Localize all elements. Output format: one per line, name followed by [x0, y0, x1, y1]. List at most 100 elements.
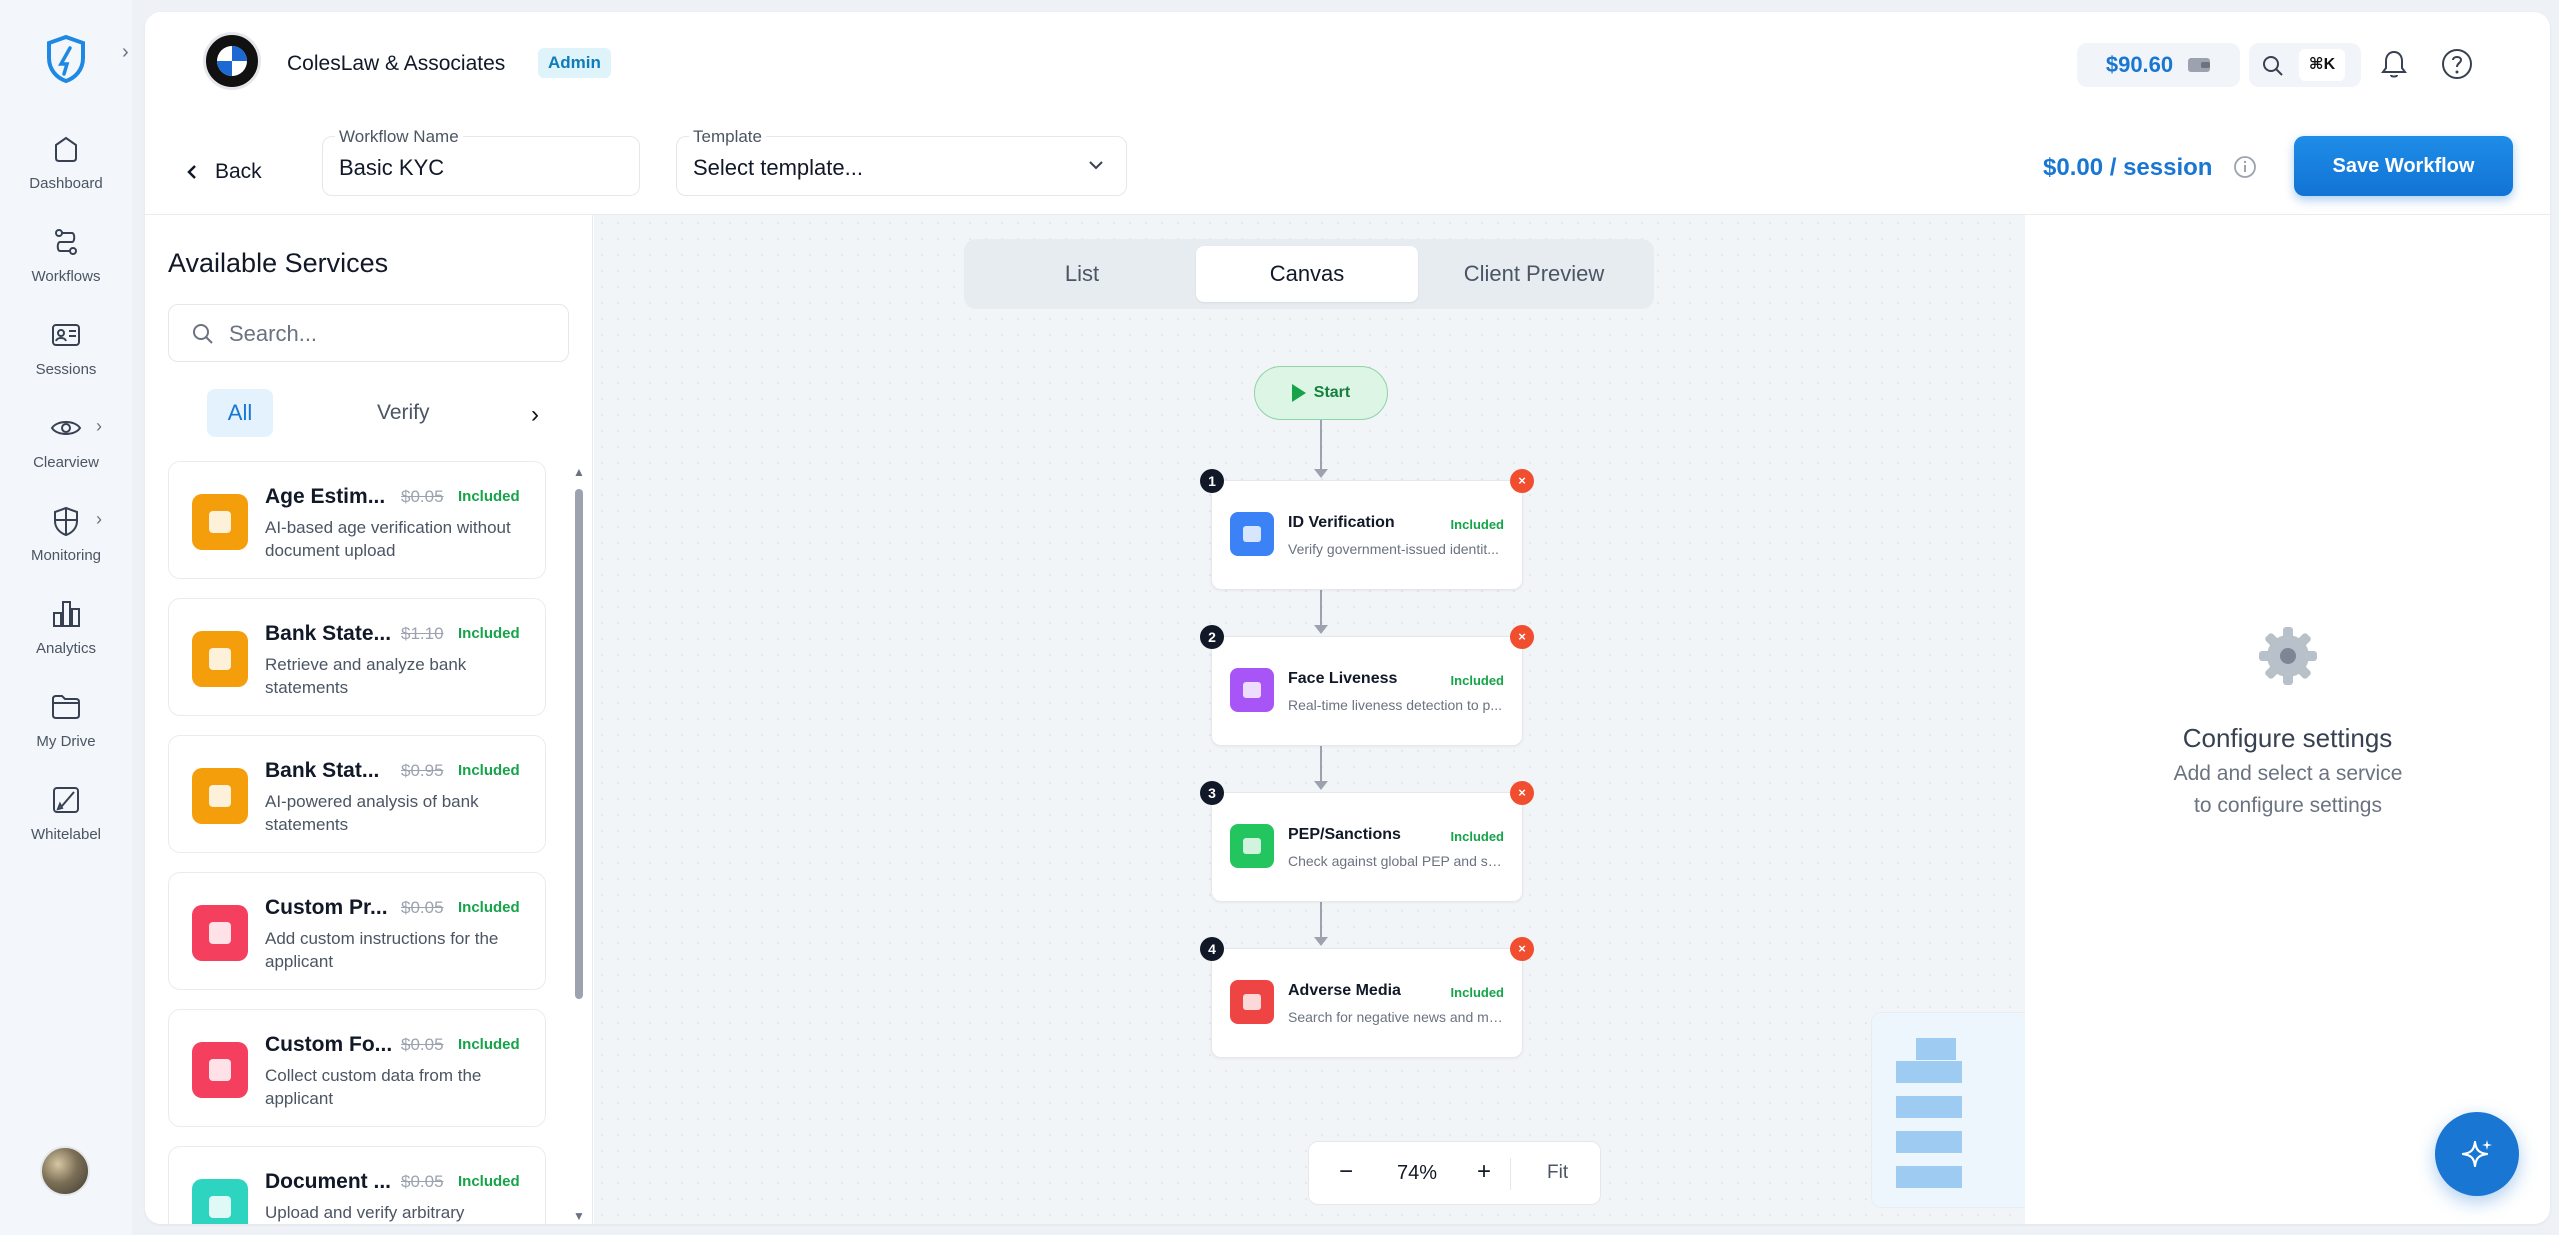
nav-label: Whitelabel [30, 826, 102, 843]
service-card[interactable]: Custom Fo... $0.05 Included Collect cust… [168, 1009, 546, 1127]
step-number: 4 [1200, 937, 1224, 961]
newspaper-icon [1230, 980, 1274, 1024]
shield-icon [54, 506, 78, 537]
flow-node[interactable]: 3 × PEP/Sanctions Included Check against… [1200, 781, 1534, 902]
nav-label: Sessions [35, 361, 97, 378]
ai-assistant-button[interactable] [2435, 1112, 2519, 1196]
template-select[interactable]: Template Select template... [676, 127, 1127, 196]
notifications-bell-icon[interactable] [2379, 48, 2409, 80]
home-icon [55, 136, 77, 162]
tab-client-preview[interactable]: Client Preview [1423, 246, 1645, 302]
nav-label: Analytics [35, 640, 97, 657]
text-icon [192, 905, 248, 961]
nav-item-clearview[interactable]: Clearview › [0, 410, 132, 490]
connector-line [1320, 420, 1322, 472]
chevron-right-icon[interactable]: › [96, 509, 102, 530]
user-avatar[interactable] [40, 1146, 90, 1196]
services-search[interactable] [168, 304, 569, 362]
sidebar-expand-icon[interactable]: › [122, 40, 142, 64]
save-workflow-button[interactable]: Save Workflow [2294, 136, 2513, 196]
start-node[interactable]: Start [1254, 366, 1388, 420]
nav-item-workflows[interactable]: Workflows [0, 224, 132, 304]
remove-node-icon[interactable]: × [1510, 625, 1534, 649]
person-icon [192, 494, 248, 550]
help-icon[interactable] [2440, 47, 2474, 81]
nav-label: My Drive [36, 733, 96, 750]
search-icon [2263, 56, 2283, 76]
remove-node-icon[interactable]: × [1510, 937, 1534, 961]
zoom-divider [1510, 1158, 1511, 1190]
nav-item-analytics[interactable]: Analytics [0, 596, 132, 676]
zoom-in-button[interactable]: + [1477, 1158, 1491, 1186]
wallet-icon [2188, 58, 2211, 72]
chevron-down-icon [1089, 161, 1103, 170]
filter-tab-verify[interactable]: Verify [377, 389, 430, 437]
company-logo [203, 32, 261, 90]
minimap-node [1896, 1061, 1962, 1083]
main-panel: ColesLaw & Associates Admin $90.60 ⌘K Ba… [145, 12, 2550, 1224]
services-scrollbar[interactable]: ▲ ▼ [573, 465, 585, 1224]
node-desc: Search for negative news and me... [1288, 1009, 1504, 1025]
remove-node-icon[interactable]: × [1510, 781, 1534, 805]
chevron-right-icon[interactable]: › [531, 401, 539, 429]
scrollbar-thumb[interactable] [575, 489, 583, 999]
connector-line [1320, 745, 1322, 784]
global-search-button[interactable]: ⌘K [2249, 43, 2361, 87]
nav-label: Workflows [31, 268, 101, 285]
node-title: Face Liveness [1288, 670, 1398, 687]
service-card[interactable]: Bank Stat... $0.95 Included AI-powered a… [168, 735, 546, 853]
zoom-controls: − 74% + Fit [1308, 1141, 1601, 1205]
tab-canvas[interactable]: Canvas [1196, 246, 1418, 302]
workflow-canvas[interactable]: List Canvas Client Preview Start 1 × ID … [594, 215, 2140, 1224]
settings-panel: Configure settings Add and select a serv… [2025, 215, 2550, 1224]
service-status: Included [458, 488, 520, 505]
node-status: Included [1450, 985, 1504, 1000]
info-icon[interactable] [2233, 155, 2257, 179]
file-icon [192, 1179, 248, 1224]
connector-line [1320, 589, 1322, 628]
nav-label: Clearview [33, 454, 99, 471]
arrow-down-icon [1314, 937, 1328, 946]
services-search-input[interactable] [229, 317, 549, 351]
balance-pill[interactable]: $90.60 [2077, 43, 2240, 87]
app-logo-icon[interactable] [44, 34, 88, 84]
fit-button[interactable]: Fit [1547, 1162, 1568, 1184]
service-desc: Upload and verify arbitrary documents [265, 1203, 465, 1222]
service-card[interactable]: Age Estim... $0.05 Included AI-based age… [168, 461, 546, 579]
session-price: $0.00 / session [2043, 154, 2212, 182]
scroll-down-icon[interactable]: ▼ [573, 1209, 585, 1223]
shield-check-icon [1230, 824, 1274, 868]
nav-item-whitelabel[interactable]: Whitelabel [0, 782, 132, 862]
zoom-level: 74% [1397, 1162, 1438, 1184]
service-card[interactable]: Custom Pr... $0.05 Included Add custom i… [168, 872, 546, 990]
remove-node-icon[interactable]: × [1510, 469, 1534, 493]
nav-item-sessions[interactable]: Sessions [0, 317, 132, 397]
node-title: PEP/Sanctions [1288, 826, 1401, 843]
service-name: Bank Stat... [265, 759, 380, 782]
workflow-name-value[interactable]: Basic KYC [339, 155, 444, 181]
scroll-up-icon[interactable]: ▲ [573, 465, 585, 479]
tab-list[interactable]: List [971, 246, 1193, 302]
nav-item-dashboard[interactable]: Dashboard [0, 131, 132, 211]
id-card-icon [52, 324, 80, 346]
zoom-out-button[interactable]: − [1339, 1158, 1353, 1186]
chevron-right-icon[interactable]: › [96, 416, 102, 437]
flow-node[interactable]: 1 × ID Verification Included Verify gove… [1200, 469, 1534, 590]
service-card[interactable]: Bank State... $1.10 Included Retrieve an… [168, 598, 546, 716]
nav-label: Monitoring [30, 547, 102, 564]
services-panel: Available Services All Verify › Age Esti… [145, 215, 593, 1224]
service-card[interactable]: Document ... $0.05 Included Upload and v… [168, 1146, 546, 1224]
flow-node[interactable]: 2 × Face Liveness Included Real-time liv… [1200, 625, 1534, 746]
sparkle-icon [192, 768, 248, 824]
flow-node[interactable]: 4 × Adverse Media Included Search for ne… [1200, 937, 1534, 1058]
nav-item-monitoring[interactable]: Monitoring › [0, 503, 132, 583]
services-title: Available Services [168, 248, 389, 278]
filter-tab-all[interactable]: All [207, 389, 273, 437]
connector-line [1320, 901, 1322, 940]
step-number: 2 [1200, 625, 1224, 649]
back-button[interactable]: Back [185, 152, 262, 192]
workflow-name-field[interactable]: Workflow Name Basic KYC [322, 127, 640, 196]
session-price-unit: / session [2109, 154, 2213, 181]
service-desc: Collect custom data from the applicant [265, 1066, 482, 1108]
nav-item-my-drive[interactable]: My Drive [0, 689, 132, 769]
